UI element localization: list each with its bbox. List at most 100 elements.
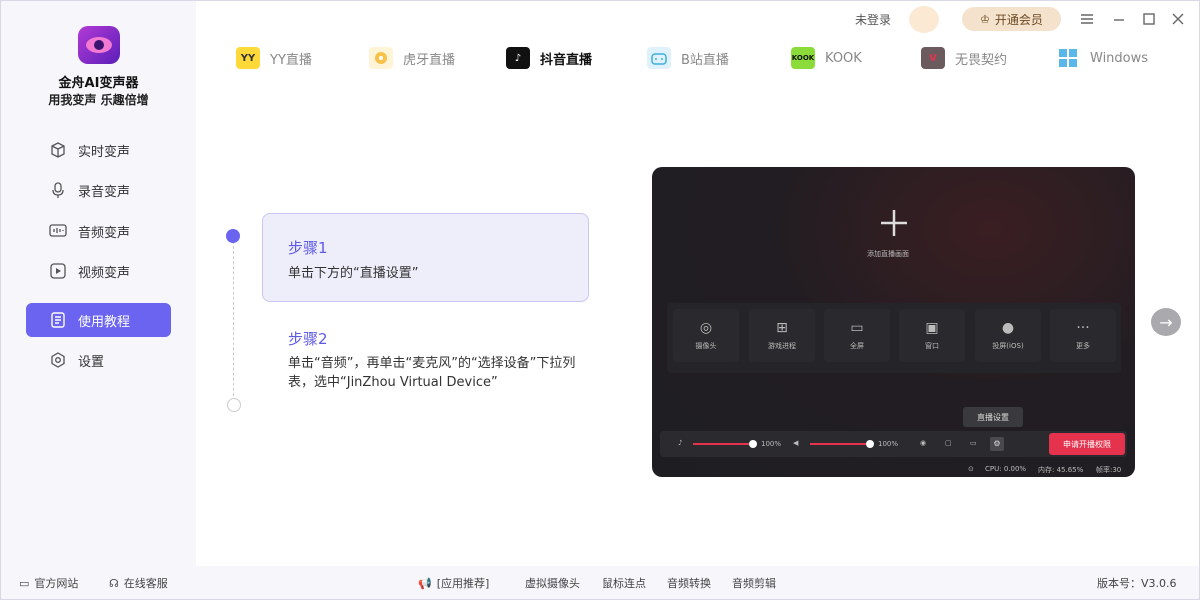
source-label: 投屏(iOS)	[992, 342, 1024, 350]
monitor-icon: ▭	[850, 320, 864, 336]
platform-tabs: YY YY直播 虎牙直播 ♪ 抖音直播 B站直播 KOOK KOOK V 无畏契…	[196, 41, 1199, 77]
cpu-usage: CPU: 0.00%	[985, 465, 1027, 473]
more-icon: ···	[1076, 320, 1090, 336]
speaker-volume-knob[interactable]	[866, 440, 874, 448]
app-name: 金舟AI变声器	[58, 76, 139, 91]
sidebar-item-audio[interactable]: 音频变声	[26, 214, 171, 248]
close-icon[interactable]	[1171, 11, 1185, 25]
source-fullscreen[interactable]: ▭ 全屏	[824, 309, 890, 362]
tab-label: B站直播	[681, 52, 729, 68]
live-settings-button[interactable]: ⚙	[990, 437, 1004, 451]
tab-label: Windows	[1090, 50, 1149, 66]
tab-bilibili[interactable]: B站直播	[647, 47, 729, 69]
vip-button[interactable]: ♔ 开通会员	[962, 7, 1061, 31]
vip-label: 开通会员	[994, 12, 1043, 27]
tab-windows[interactable]: Windows	[1056, 47, 1148, 69]
login-status[interactable]: 未登录	[855, 11, 891, 28]
megaphone-icon: 📢	[418, 576, 432, 590]
menu-icon[interactable]	[1080, 11, 1094, 25]
step2-title: 步骤2	[288, 330, 328, 348]
sidebar-item-label: 音频变声	[78, 225, 131, 241]
settings-icon	[48, 350, 68, 370]
step-connector	[233, 241, 234, 406]
mic-icon[interactable]: ♪	[678, 439, 682, 447]
live-settings-tooltip: 直播设置	[963, 407, 1023, 427]
source-game[interactable]: ⊞ 游戏进程	[749, 309, 815, 362]
bilibili-logo-icon	[647, 47, 671, 69]
video-toggle-icon[interactable]: ▭	[970, 439, 977, 447]
control-bar: ♪ 100% ◀ 100% ◉ ▢ ▭ ⚙ 申请开播权限	[660, 431, 1127, 457]
speaker-volume-slider[interactable]	[810, 440, 874, 448]
recommend-app-link[interactable]: 音频转换	[667, 575, 711, 591]
cube-icon	[48, 140, 68, 160]
arrow-right-icon: →	[1159, 312, 1173, 332]
sidebar-item-settings[interactable]: 设置	[26, 343, 171, 377]
avatar[interactable]	[909, 6, 939, 33]
source-label: 窗口	[925, 342, 939, 350]
tab-valorant[interactable]: V 无畏契约	[921, 47, 1007, 69]
add-icon[interactable]	[878, 207, 910, 239]
maximize-icon[interactable]	[1142, 11, 1156, 25]
mic-volume-slider[interactable]	[693, 440, 757, 448]
camera-icon: ◎	[699, 320, 713, 336]
recommend-app-link[interactable]: 音频剪辑	[732, 575, 776, 591]
tab-label: 虎牙直播	[403, 52, 456, 68]
tab-label: YY直播	[270, 52, 312, 68]
next-arrow-button[interactable]: →	[1151, 308, 1181, 336]
video-play-icon	[48, 261, 68, 281]
minimize-icon[interactable]	[1112, 11, 1126, 25]
speaker-icon[interactable]: ◀	[793, 439, 798, 447]
step1-dot	[226, 229, 240, 243]
audio-wave-icon	[48, 221, 68, 241]
recommend-label: 📢 [应用推荐]	[418, 575, 489, 591]
support-link[interactable]: ☊ 在线客服	[109, 575, 168, 591]
step2-desc: 单击“音频”，再单击“麦克风”的“选择设备”下拉列表，选中“JinZhou Vi…	[288, 356, 576, 390]
apply-live-button[interactable]: 申请开播权限	[1049, 433, 1125, 455]
crown-icon: ♔	[980, 12, 990, 26]
footer: ▭ 官方网站 ☊ 在线客服 📢 [应用推荐] 虚拟摄像头 鼠标连点 音频转换 音频剪辑…	[1, 566, 1199, 599]
footer-label: [应用推荐]	[436, 577, 490, 590]
sidebar-item-label: 视频变声	[78, 265, 131, 281]
tab-huya[interactable]: 虎牙直播	[369, 47, 455, 69]
source-label: 游戏进程	[768, 342, 796, 350]
title-bar: 未登录 ♔ 开通会员	[196, 1, 1199, 41]
source-label: 全屏	[850, 342, 864, 350]
stats-icon: ⊙	[968, 465, 974, 473]
sidebar-item-tutorial[interactable]: 使用教程	[26, 303, 171, 337]
tab-label: KOOK	[825, 50, 862, 66]
huya-logo-icon	[369, 47, 393, 69]
apple-icon: ●	[1001, 320, 1015, 336]
tab-yy[interactable]: YY YY直播	[236, 47, 312, 69]
source-window[interactable]: ▣ 窗口	[899, 309, 965, 362]
mic-volume-knob[interactable]	[749, 440, 757, 448]
fps-value: 帧率:30	[1096, 466, 1122, 474]
website-link[interactable]: ▭ 官方网站	[19, 575, 78, 591]
yy-logo-icon: YY	[236, 47, 260, 69]
sidebar-item-recording[interactable]: 录音变声	[26, 173, 171, 207]
windows-logo-icon	[1056, 47, 1080, 69]
mic-volume-value: 100%	[761, 440, 782, 448]
recommend-app-link[interactable]: 虚拟摄像头	[525, 575, 580, 591]
gamepad-icon: ⊞	[776, 320, 788, 336]
source-camera[interactable]: ◎ 摄像头	[673, 309, 739, 362]
recommend-app-link[interactable]: 鼠标连点	[602, 575, 646, 591]
step2-dot	[227, 398, 241, 412]
source-more[interactable]: ··· 更多	[1050, 309, 1116, 362]
tab-label: 抖音直播	[540, 52, 593, 68]
sidebar-item-label: 使用教程	[78, 314, 131, 330]
screen-toggle-icon[interactable]: ▢	[945, 439, 952, 447]
microphone-icon	[48, 180, 68, 200]
sidebar-item-label: 录音变声	[78, 184, 131, 200]
sidebar: 金舟AI变声器 用我变声 乐趣倍增 实时变声 录音变声 音频变声 视频变声 使用…	[1, 1, 196, 566]
sidebar-item-realtime[interactable]: 实时变声	[26, 133, 171, 167]
window-icon: ▣	[925, 320, 939, 336]
footer-label: 在线客服	[123, 577, 168, 590]
tab-douyin[interactable]: ♪ 抖音直播	[506, 47, 592, 69]
sidebar-item-label: 实时变声	[78, 144, 131, 160]
step1-title: 步骤1	[288, 239, 328, 257]
tab-kook[interactable]: KOOK KOOK	[791, 47, 862, 69]
camera-toggle-icon[interactable]: ◉	[920, 439, 926, 447]
sidebar-item-video[interactable]: 视频变声	[26, 254, 171, 288]
source-ios[interactable]: ● 投屏(iOS)	[975, 309, 1041, 362]
version-label: 版本号：V3.0.6	[1097, 577, 1177, 590]
